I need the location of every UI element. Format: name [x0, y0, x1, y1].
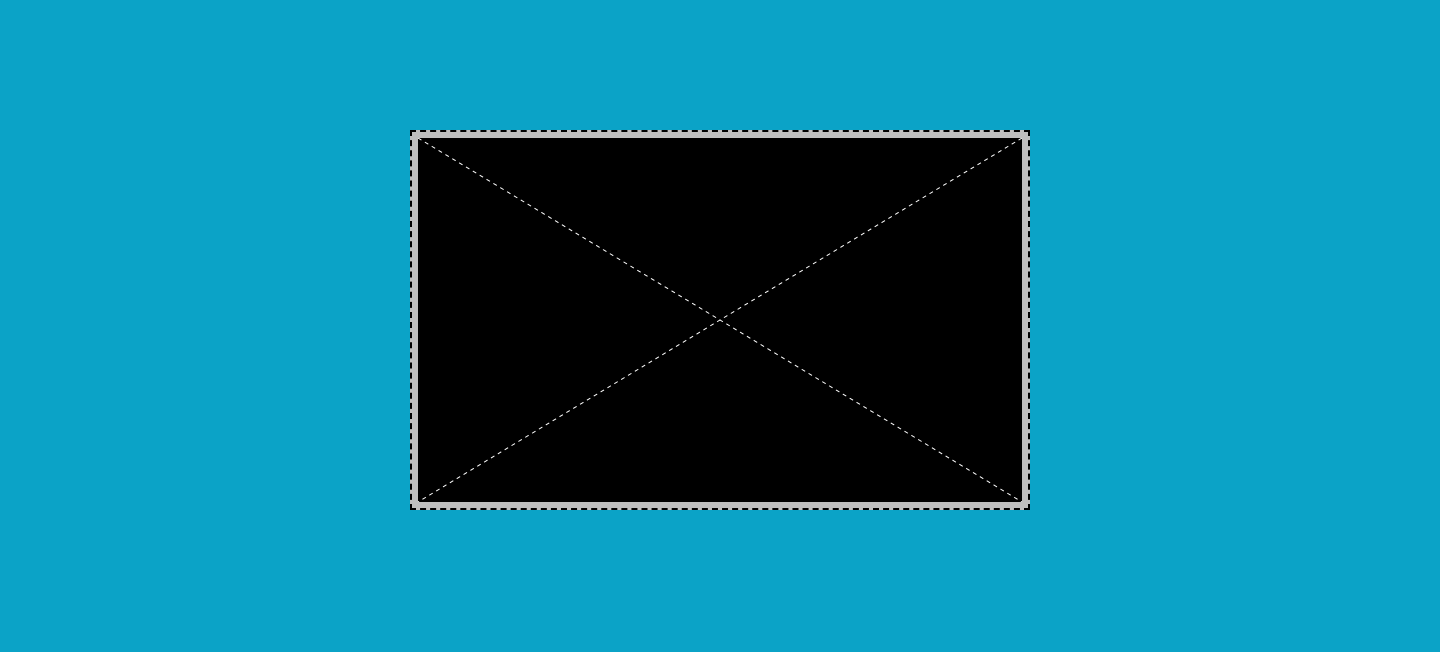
image-placeholder [410, 130, 1030, 510]
placeholder-x-icon [418, 138, 1022, 502]
image-placeholder-inner [418, 138, 1022, 502]
